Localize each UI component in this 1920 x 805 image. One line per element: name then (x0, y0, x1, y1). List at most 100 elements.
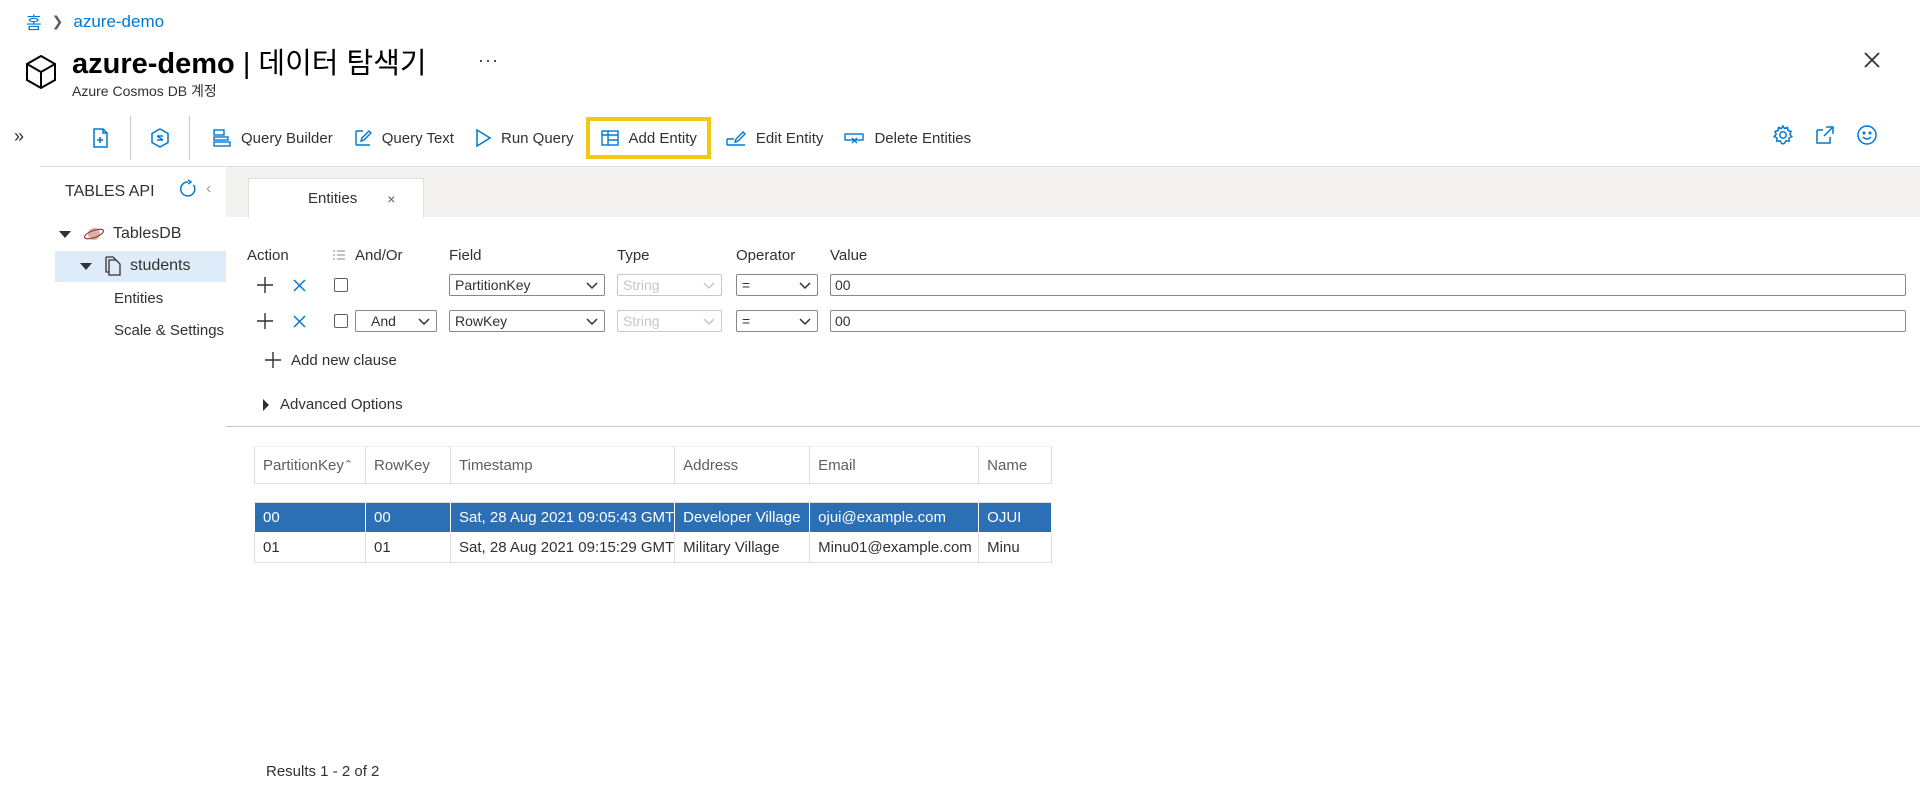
query-divider (226, 426, 1920, 427)
spacer-cell (254, 483, 1052, 503)
chevron-down-icon (586, 318, 598, 326)
field-select[interactable]: RowKey (449, 310, 605, 332)
table-cell: Minu (978, 532, 1053, 563)
delete-entities-label: Delete Entities (874, 129, 972, 147)
table-cell: 01 (365, 532, 451, 563)
edit-entity-icon (726, 131, 746, 146)
play-icon (476, 128, 492, 148)
edit-entity-button[interactable]: Edit Entity (715, 120, 834, 156)
advanced-options-toggle[interactable]: Advanced Options (263, 396, 403, 413)
column-header-address[interactable]: Address (674, 446, 811, 484)
table-cell: Developer Village (674, 502, 811, 533)
operator-select-value: = (742, 277, 751, 293)
add-entity-label: Add Entity (628, 129, 697, 147)
title-suffix: | 데이터 탐색기 (234, 48, 427, 80)
add-new-clause-label: Add new clause (291, 351, 397, 369)
chevron-down-icon (799, 282, 811, 290)
header-value: Value (830, 247, 868, 264)
more-options-button[interactable]: ··· (478, 50, 499, 71)
open-synapse-link-button[interactable] (131, 116, 189, 160)
chevron-down-icon (703, 318, 715, 326)
synapse-link-icon (151, 128, 169, 148)
breadcrumb-home-link[interactable]: 홈 (26, 9, 42, 34)
query-builder-icon (213, 129, 231, 147)
close-icon[interactable] (1864, 52, 1880, 68)
table-cell: Minu01@example.com (809, 532, 980, 563)
table-cell: Sat, 28 Aug 2021 09:05:43 GMT (449, 502, 676, 533)
header-operator: Operator (736, 247, 796, 264)
operator-select[interactable]: = (736, 274, 818, 296)
type-select: String (617, 310, 722, 332)
clause-checkbox[interactable] (334, 278, 348, 292)
query-text-button[interactable]: Query Text (343, 120, 464, 156)
results-count: Results 1 - 2 of 2 (266, 763, 380, 780)
page-subtitle: Azure Cosmos DB 계정 (72, 83, 217, 99)
run-query-label: Run Query (500, 129, 574, 147)
caret-down-icon (59, 230, 71, 238)
sort-ascending-icon: ⌃ (343, 458, 354, 471)
field-select[interactable]: PartitionKey (449, 274, 605, 296)
add-clause-plus-icon[interactable] (256, 312, 274, 330)
value-input-text: 00 (835, 277, 851, 293)
results-table: PartitionKey⌃ RowKey Timestamp Address E… (254, 446, 1053, 563)
clause-checkbox[interactable] (334, 314, 348, 328)
column-header-label: PartitionKey (263, 456, 344, 474)
run-query-button[interactable]: Run Query (464, 120, 584, 156)
add-clause-plus-icon[interactable] (256, 276, 274, 294)
delete-clause-x-icon[interactable] (293, 279, 306, 292)
tree-item-table-label: students (130, 257, 191, 274)
tab-entities[interactable]: Entities × (248, 178, 424, 218)
column-header-timestamp[interactable]: Timestamp (449, 446, 676, 484)
tab-close-icon[interactable]: × (387, 191, 395, 207)
type-select: String (617, 274, 722, 296)
table-cell: 01 (254, 532, 366, 563)
expand-panel-button[interactable]: » (14, 126, 24, 147)
new-table-icon (93, 128, 108, 148)
value-input[interactable]: 00 (830, 274, 1906, 296)
and-or-select[interactable]: And (355, 310, 437, 332)
column-header-name[interactable]: Name (978, 446, 1053, 484)
tree-item-database[interactable]: TablesDB (59, 225, 181, 243)
tree-item-table[interactable]: students (80, 256, 190, 276)
chevron-down-icon (799, 318, 811, 326)
toolbar-right (1772, 124, 1878, 146)
breadcrumb-current-link[interactable]: azure-demo (73, 12, 164, 32)
open-full-screen-icon[interactable] (1814, 124, 1836, 146)
collapse-panel-icon[interactable]: ‹ (206, 180, 211, 198)
add-entity-icon (600, 130, 619, 146)
settings-gear-icon[interactable] (1772, 124, 1794, 146)
column-header-partitionkey[interactable]: PartitionKey⌃ (254, 446, 366, 484)
column-header-email[interactable]: Email (809, 446, 980, 484)
value-input[interactable]: 00 (830, 310, 1906, 332)
caret-down-icon (80, 262, 92, 270)
field-select-value: PartitionKey (455, 277, 531, 293)
tree-item-entities[interactable]: Entities (114, 290, 163, 307)
cosmos-db-cube-icon (25, 54, 57, 90)
value-input-text: 00 (835, 313, 851, 329)
delete-entities-icon (844, 133, 865, 144)
header-action: Action (247, 247, 289, 264)
table-documents-icon (105, 256, 121, 276)
table-header-row: PartitionKey⌃ RowKey Timestamp Address E… (254, 446, 1053, 484)
new-table-button[interactable] (72, 116, 130, 160)
add-new-clause-button[interactable]: Add new clause (264, 351, 397, 369)
query-builder-button[interactable]: Query Builder (202, 120, 343, 156)
resource-name: azure-demo (72, 48, 235, 80)
table-row[interactable]: 01 01 Sat, 28 Aug 2021 09:15:29 GMT Mili… (254, 532, 1053, 563)
operator-select[interactable]: = (736, 310, 818, 332)
table-row[interactable]: 00 00 Sat, 28 Aug 2021 09:05:43 GMT Deve… (254, 502, 1053, 533)
table-cell: 00 (254, 502, 366, 533)
tab-strip (226, 167, 1920, 217)
feedback-smiley-icon[interactable] (1856, 124, 1878, 146)
add-entity-button[interactable]: Add Entity (585, 117, 711, 159)
delete-clause-x-icon[interactable] (293, 315, 306, 328)
tree-item-scale-settings[interactable]: Scale & Settings (114, 322, 224, 339)
group-clauses-icon[interactable] (332, 249, 346, 263)
chevron-down-icon (586, 282, 598, 290)
table-cell: 00 (365, 502, 451, 533)
plus-icon (265, 352, 281, 368)
column-header-rowkey[interactable]: RowKey (365, 446, 451, 484)
edit-entity-label: Edit Entity (755, 129, 824, 147)
refresh-icon[interactable] (178, 179, 198, 199)
delete-entities-button[interactable]: Delete Entities (833, 120, 981, 156)
